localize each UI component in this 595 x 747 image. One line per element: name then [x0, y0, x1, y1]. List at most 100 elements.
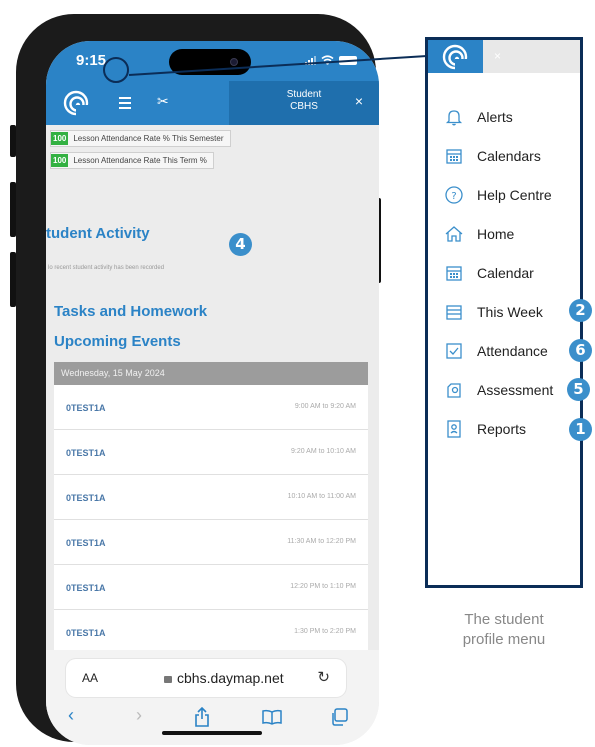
menu-item-label: Calendars [477, 148, 541, 164]
assessment-icon [447, 383, 461, 398]
callout-badge-6: 6 [569, 339, 592, 362]
menu-item-help-centre[interactable]: ? Help Centre [444, 182, 578, 208]
dashboard-content: 100 Lesson Attendance Rate % This Semest… [46, 125, 379, 655]
student-activity-heading: tudent Activity [46, 225, 150, 242]
activity-empty-text: lo recent student activity has been reco… [48, 265, 165, 271]
app-header: ✂ Student CBHS × [46, 81, 379, 125]
event-row[interactable]: 0TEST1A 10:10 AM to 11:00 AM [54, 475, 368, 520]
callout-badge-4: 4 [229, 233, 252, 256]
link-icon[interactable]: ✂ [157, 93, 169, 110]
callout-badge-2: 2 [569, 299, 592, 322]
menu-header: × [428, 40, 580, 73]
event-time: 11:30 AM to 12:20 PM [287, 538, 356, 545]
callout-badge-5: 5 [567, 378, 590, 401]
event-class: 0TEST1A [66, 583, 106, 593]
bell-icon [445, 110, 463, 126]
event-time: 12:20 PM to 1:10 PM [290, 583, 356, 590]
attendance-term-stat[interactable]: 100 Lesson Attendance Rate This Term % [50, 152, 214, 169]
lock-icon [164, 676, 172, 683]
share-icon[interactable] [194, 707, 210, 727]
dynamic-island [169, 49, 251, 75]
calendar-icon [446, 149, 462, 164]
help-icon: ? [445, 186, 463, 204]
menu-item-label: Alerts [477, 109, 513, 125]
signal-icon [305, 56, 316, 65]
event-time: 9:00 AM to 9:20 AM [294, 403, 356, 410]
event-class: 0TEST1A [66, 403, 106, 413]
menu-item-alerts[interactable]: Alerts [444, 104, 578, 130]
forward-icon[interactable]: › [136, 705, 142, 726]
stat-label: Lesson Attendance Rate % This Semester [73, 134, 224, 143]
address-bar[interactable]: AA cbhs.daymap.net ↻ [66, 659, 346, 697]
daymap-logo-icon [442, 44, 468, 70]
reader-aa-button[interactable]: AA [82, 671, 98, 685]
menu-item-calendars[interactable]: Calendars [444, 143, 578, 169]
menu-item-label: This Week [477, 304, 543, 320]
event-class: 0TEST1A [66, 448, 106, 458]
reload-icon[interactable]: ↻ [317, 668, 330, 686]
report-icon [447, 420, 461, 438]
events-date-header: Wednesday, 15 May 2024 [54, 362, 368, 385]
svg-text:?: ? [451, 191, 456, 202]
tabs-icon[interactable] [330, 708, 348, 726]
attendance-semester-stat[interactable]: 100 Lesson Attendance Rate % This Semest… [50, 130, 231, 147]
stat-value: 100 [51, 154, 69, 167]
menu-item-label: Help Centre [477, 187, 552, 203]
browser-nav: ‹ › [46, 705, 379, 729]
menu-item-calendar[interactable]: Calendar [444, 260, 578, 286]
daymap-logo-icon[interactable] [63, 90, 89, 116]
phone-screen: 9:15 ✂ Student CBHS × 100 Lesson Attenda… [46, 41, 379, 745]
event-row[interactable]: 0TEST1A 1:30 PM to 2:20 PM [54, 610, 368, 655]
menu-item-this-week[interactable]: This Week [444, 299, 578, 325]
home-indicator [162, 731, 262, 735]
url-text: cbhs.daymap.net [177, 670, 284, 686]
wifi-icon [321, 55, 334, 65]
menu-item-attendance[interactable]: Attendance [444, 338, 578, 364]
events-list: Wednesday, 15 May 2024 0TEST1A 9:00 AM to… [54, 362, 368, 655]
battery-icon [339, 56, 357, 65]
status-bar: 9:15 [46, 41, 379, 81]
camera-icon [230, 58, 238, 66]
stat-label: Lesson Attendance Rate This Term % [73, 156, 207, 165]
stat-value: 100 [51, 132, 69, 145]
callout-badge-1: 1 [569, 418, 592, 441]
url-display[interactable]: cbhs.daymap.net [164, 670, 284, 686]
tasks-heading[interactable]: Tasks and Homework [54, 303, 207, 320]
hamburger-highlight-circle [103, 57, 129, 83]
caption-line-2: profile menu [462, 631, 546, 648]
calendar-icon [446, 266, 462, 281]
event-class: 0TEST1A [66, 628, 106, 638]
home-icon [445, 226, 463, 242]
phone-frame: 9:15 ✂ Student CBHS × 100 Lesson Attenda… [16, 14, 379, 745]
menu-item-assessment[interactable]: Assessment [444, 377, 578, 403]
event-time: 10:10 AM to 11:00 AM [287, 493, 356, 500]
menu-item-label: Home [477, 226, 515, 242]
back-icon[interactable]: ‹ [68, 705, 74, 726]
student-profile-menu: × Alerts Calendars ? Help Centre Home Ca… [425, 37, 583, 588]
hamburger-menu-icon[interactable] [119, 97, 131, 112]
menu-item-label: Calendar [477, 265, 534, 281]
checkbox-icon [446, 343, 462, 359]
figure-caption: The student profile menu [424, 610, 584, 650]
menu-item-label: Attendance [477, 343, 548, 359]
event-class: 0TEST1A [66, 493, 106, 503]
close-icon[interactable]: × [355, 93, 363, 109]
menu-item-reports[interactable]: Reports [444, 416, 578, 442]
menu-item-label: Assessment [477, 382, 554, 398]
event-row[interactable]: 0TEST1A 9:00 AM to 9:20 AM [54, 385, 368, 430]
event-time: 1:30 PM to 2:20 PM [294, 628, 356, 635]
event-class: 0TEST1A [66, 538, 106, 548]
event-row[interactable]: 0TEST1A 11:30 AM to 12:20 PM [54, 520, 368, 565]
event-row[interactable]: 0TEST1A 12:20 PM to 1:10 PM [54, 565, 368, 610]
menu-item-home[interactable]: Home [444, 221, 578, 247]
event-time: 9:20 AM to 10:10 AM [291, 448, 356, 455]
bookmarks-icon[interactable] [262, 709, 282, 725]
status-icons [305, 55, 357, 65]
caption-line-1: The student [464, 611, 544, 628]
event-row[interactable]: 0TEST1A 9:20 AM to 10:10 AM [54, 430, 368, 475]
week-icon [446, 305, 462, 320]
close-icon[interactable]: × [494, 49, 501, 63]
upcoming-events-heading[interactable]: Upcoming Events [54, 333, 181, 350]
menu-logo-box[interactable] [428, 40, 483, 73]
status-time: 9:15 [76, 52, 107, 69]
